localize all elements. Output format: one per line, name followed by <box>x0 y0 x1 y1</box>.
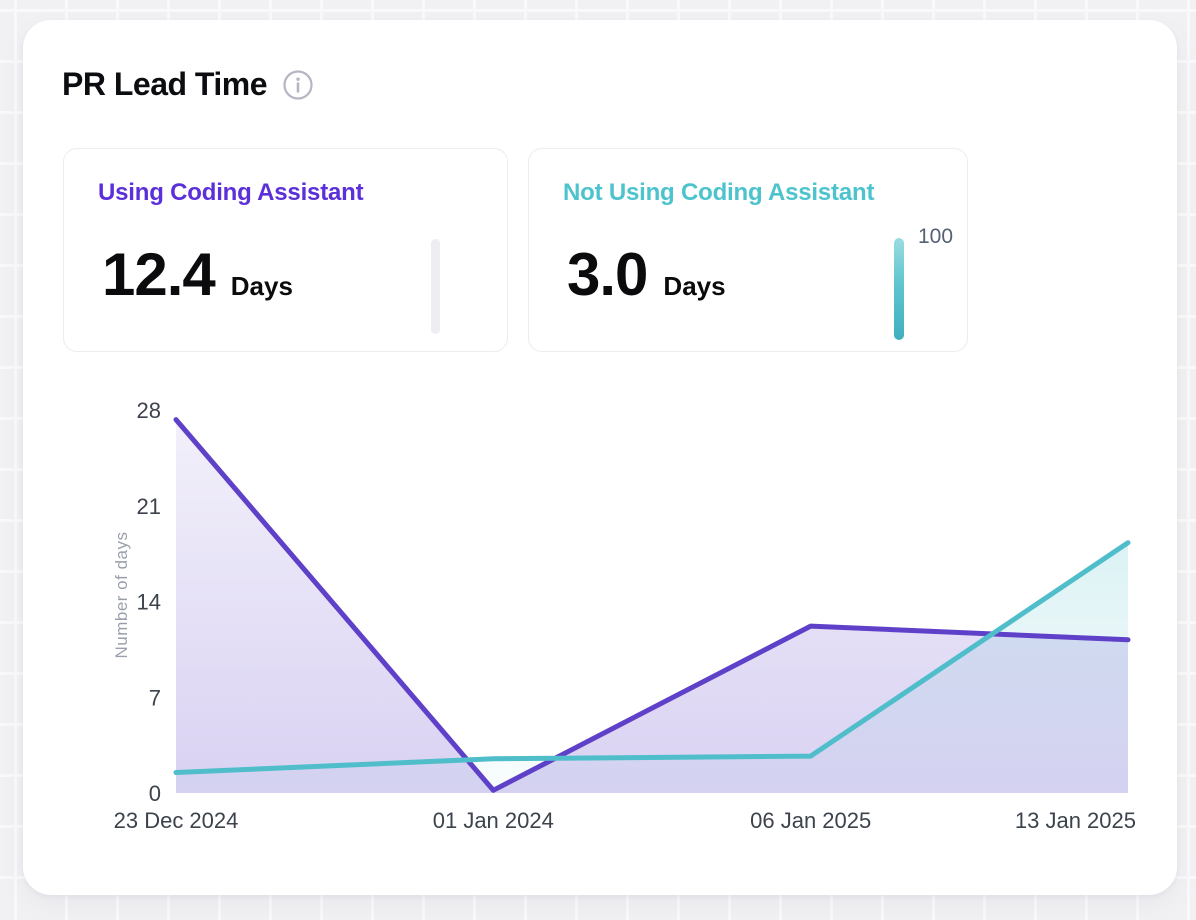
usage-gauge-fill <box>894 238 904 340</box>
page-title: PR Lead Time <box>62 66 267 103</box>
stat-card-not-using-assistant: Not Using Coding Assistant 3.0 Days 100 <box>528 148 968 352</box>
svg-text:7: 7 <box>149 685 161 710</box>
svg-text:Number of days: Number of days <box>112 532 131 659</box>
info-icon[interactable] <box>283 70 313 100</box>
card-header: PR Lead Time <box>62 66 313 103</box>
dashboard-background: { "header": { "title": "PR Lead Time" },… <box>0 0 1196 920</box>
svg-text:06 Jan 2025: 06 Jan 2025 <box>750 808 871 833</box>
stat-value-row: 3.0 Days <box>567 240 726 309</box>
stat-unit: Days <box>663 271 725 302</box>
svg-text:14: 14 <box>137 590 161 615</box>
stat-unit: Days <box>231 271 293 302</box>
stat-label: Not Using Coding Assistant <box>563 179 874 207</box>
svg-text:21: 21 <box>137 494 161 519</box>
svg-text:23 Dec 2024: 23 Dec 2024 <box>114 808 239 833</box>
svg-text:0: 0 <box>149 781 161 806</box>
gauge-value-label: 100 <box>918 225 953 249</box>
usage-gauge-track-empty <box>431 239 440 334</box>
stat-label: Using Coding Assistant <box>98 179 363 207</box>
stat-value-row: 12.4 Days <box>102 240 293 309</box>
lead-time-chart[interactable]: 0 7 14 21 28 Number of days 23 Dec 2024 01 Jan … <box>103 400 1163 855</box>
stat-card-using-assistant: Using Coding Assistant 12.4 Days <box>63 148 508 352</box>
pr-lead-time-card: PR Lead Time Using Coding Assistant 12.4… <box>23 20 1177 895</box>
svg-text:28: 28 <box>137 400 161 423</box>
stat-value: 12.4 <box>102 240 215 309</box>
stat-value: 3.0 <box>567 240 647 309</box>
svg-text:01 Jan 2024: 01 Jan 2024 <box>433 808 554 833</box>
svg-text:13 Jan 2025: 13 Jan 2025 <box>1015 808 1136 833</box>
